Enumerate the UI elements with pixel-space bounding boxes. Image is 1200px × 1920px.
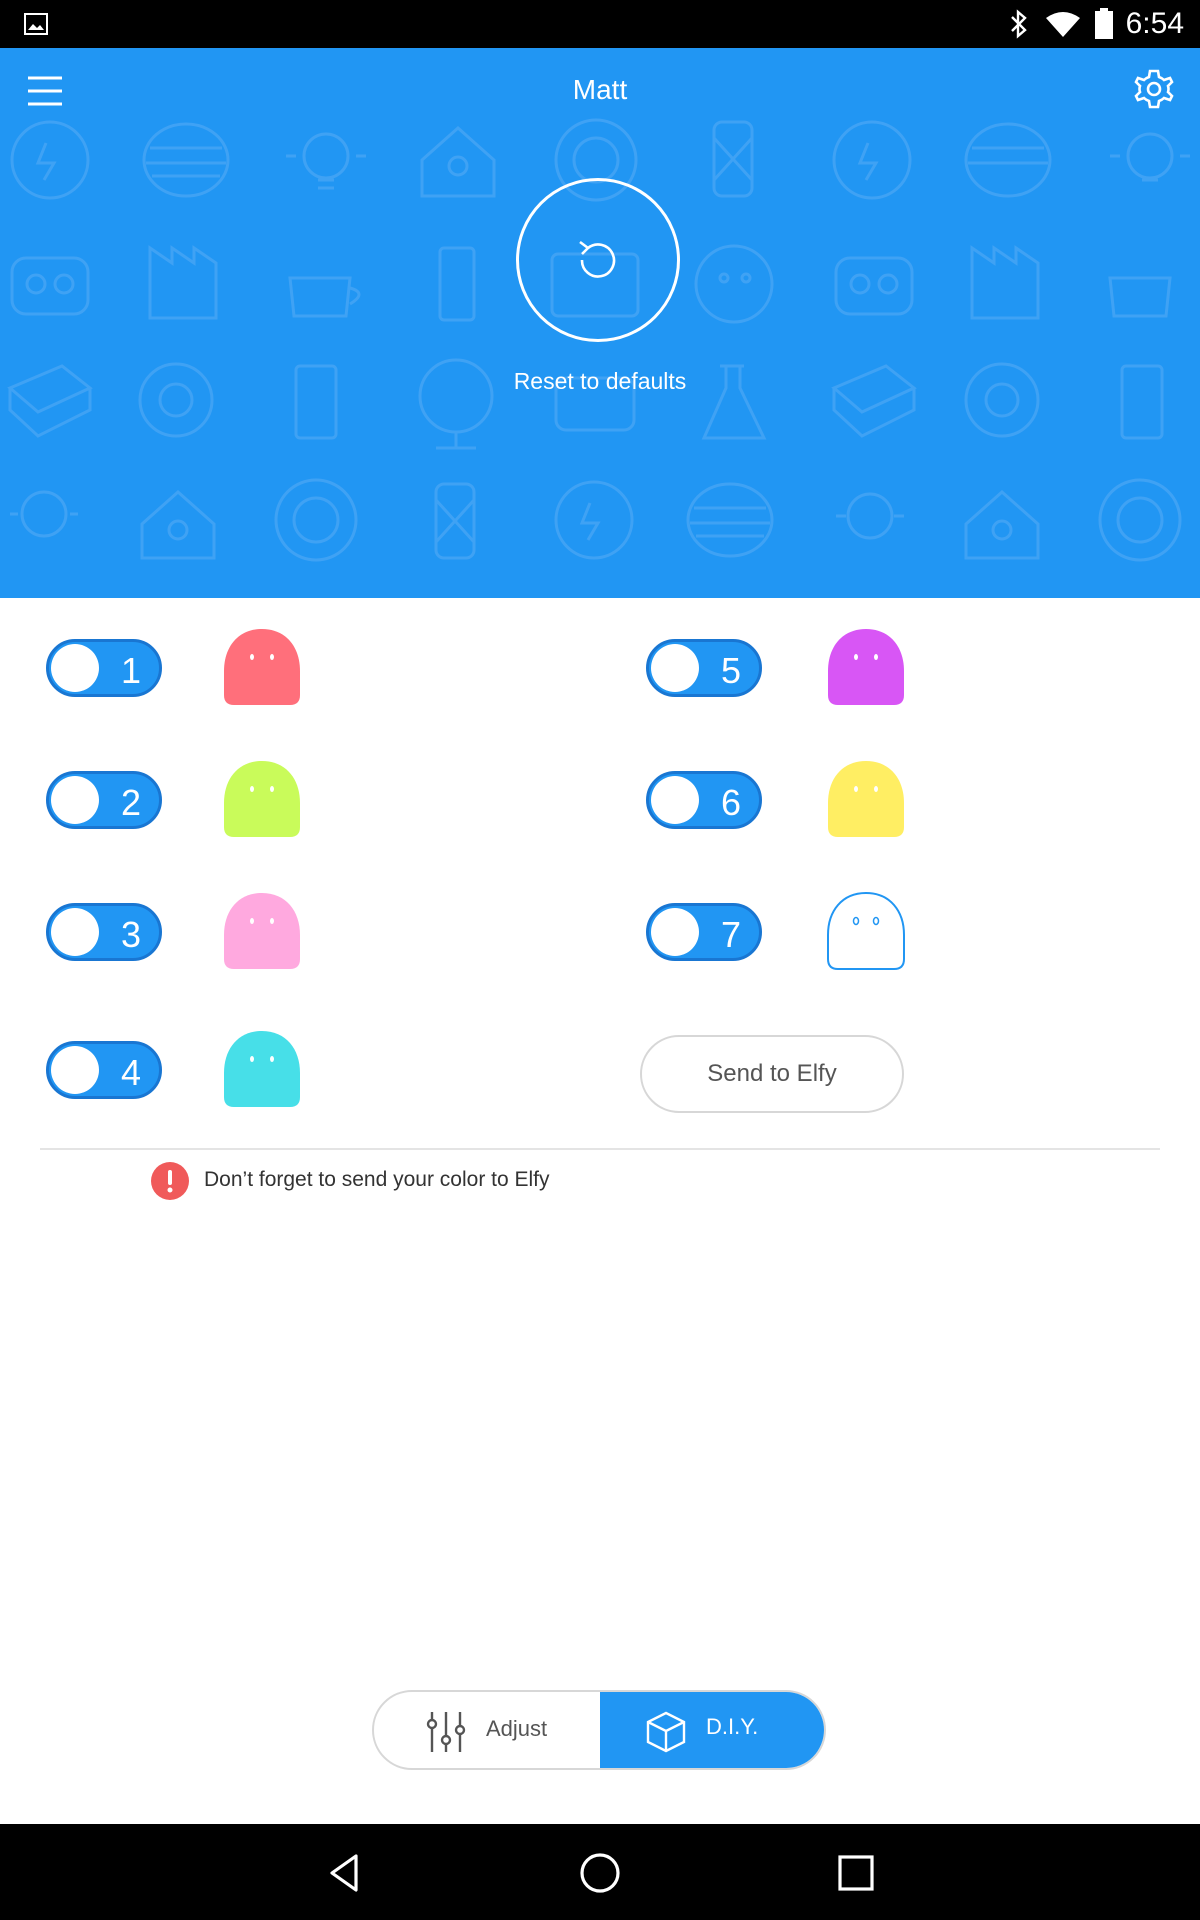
channel-toggle-3[interactable]: 3: [46, 903, 162, 961]
back-icon[interactable]: [320, 1848, 370, 1898]
settings-button[interactable]: [1132, 68, 1176, 112]
channel-toggle-7[interactable]: 7: [646, 903, 762, 961]
header-banner: Matt Reset to defaults: [0, 48, 1200, 598]
send-reminder-text: Don’t forget to send your color to Elfy: [204, 1168, 550, 1191]
channel-number: 5: [720, 650, 742, 691]
channel-toggle-6[interactable]: 6: [646, 771, 762, 829]
channel-toggle-2[interactable]: 2: [46, 771, 162, 829]
elfy-color-blob-1[interactable]: [220, 625, 304, 709]
reset-button[interactable]: [516, 178, 680, 342]
page-title: Matt: [572, 74, 628, 105]
bluetooth-icon: [1011, 9, 1027, 39]
blob-body: [828, 629, 904, 705]
mode-switch: Adjust D.I.Y.: [372, 1690, 826, 1770]
toggle-knob: [651, 776, 699, 824]
reset-label: Reset to defaults: [513, 368, 687, 394]
toggle-knob: [51, 776, 99, 824]
diy-label: D.I.Y.: [706, 1714, 759, 1739]
channel-toggle-1[interactable]: 1: [46, 639, 162, 697]
adjust-label: Adjust: [486, 1716, 548, 1741]
status-time: 6:54: [1125, 7, 1184, 40]
cube-icon: [646, 1711, 686, 1753]
elfy-color-blob-3[interactable]: [220, 889, 304, 973]
toggle-knob: [651, 644, 699, 692]
reset-arrow-icon: [579, 240, 616, 278]
home-icon[interactable]: [575, 1848, 625, 1898]
channel-number: 3: [120, 914, 142, 955]
channel-number: 2: [120, 782, 142, 823]
elfy-color-blob-5[interactable]: [824, 625, 908, 709]
navigation-bar: [0, 1824, 1200, 1920]
channel-number: 4: [120, 1052, 142, 1093]
channel-number: 7: [720, 914, 742, 955]
elfy-color-blob-7[interactable]: [824, 889, 908, 973]
channel-toggle-4[interactable]: 4: [46, 1041, 162, 1099]
toggle-knob: [651, 908, 699, 956]
recent-apps-icon[interactable]: [831, 1848, 881, 1898]
gear-icon: [1134, 69, 1174, 109]
blob-body: [224, 1031, 300, 1107]
warning-icon: [151, 1162, 189, 1200]
blob-body: [224, 761, 300, 837]
battery-icon: [1095, 8, 1113, 39]
status-bar: 6:54: [0, 0, 1200, 48]
elfy-color-blob-4[interactable]: [220, 1027, 304, 1111]
divider: [40, 1148, 1160, 1150]
channel-toggle-5[interactable]: 5: [646, 639, 762, 697]
channel-number: 6: [720, 782, 742, 823]
elfy-color-blob-6[interactable]: [824, 757, 908, 841]
elfy-color-blob-2[interactable]: [220, 757, 304, 841]
wifi-icon: [1046, 12, 1080, 37]
toggle-knob: [51, 644, 99, 692]
blob-body: [827, 891, 905, 970]
blob-body: [224, 629, 300, 705]
sliders-icon: [426, 1712, 466, 1752]
send-to-elfy-button[interactable]: Send to Elfy: [640, 1035, 904, 1113]
adjust-tab[interactable]: Adjust: [374, 1692, 600, 1768]
toggle-knob: [51, 908, 99, 956]
blob-body: [224, 893, 300, 969]
diy-tab[interactable]: D.I.Y.: [600, 1692, 824, 1768]
toggle-knob: [51, 1046, 99, 1094]
channel-number: 1: [120, 650, 142, 691]
gallery-notification-icon: [24, 13, 48, 35]
blob-body: [828, 761, 904, 837]
